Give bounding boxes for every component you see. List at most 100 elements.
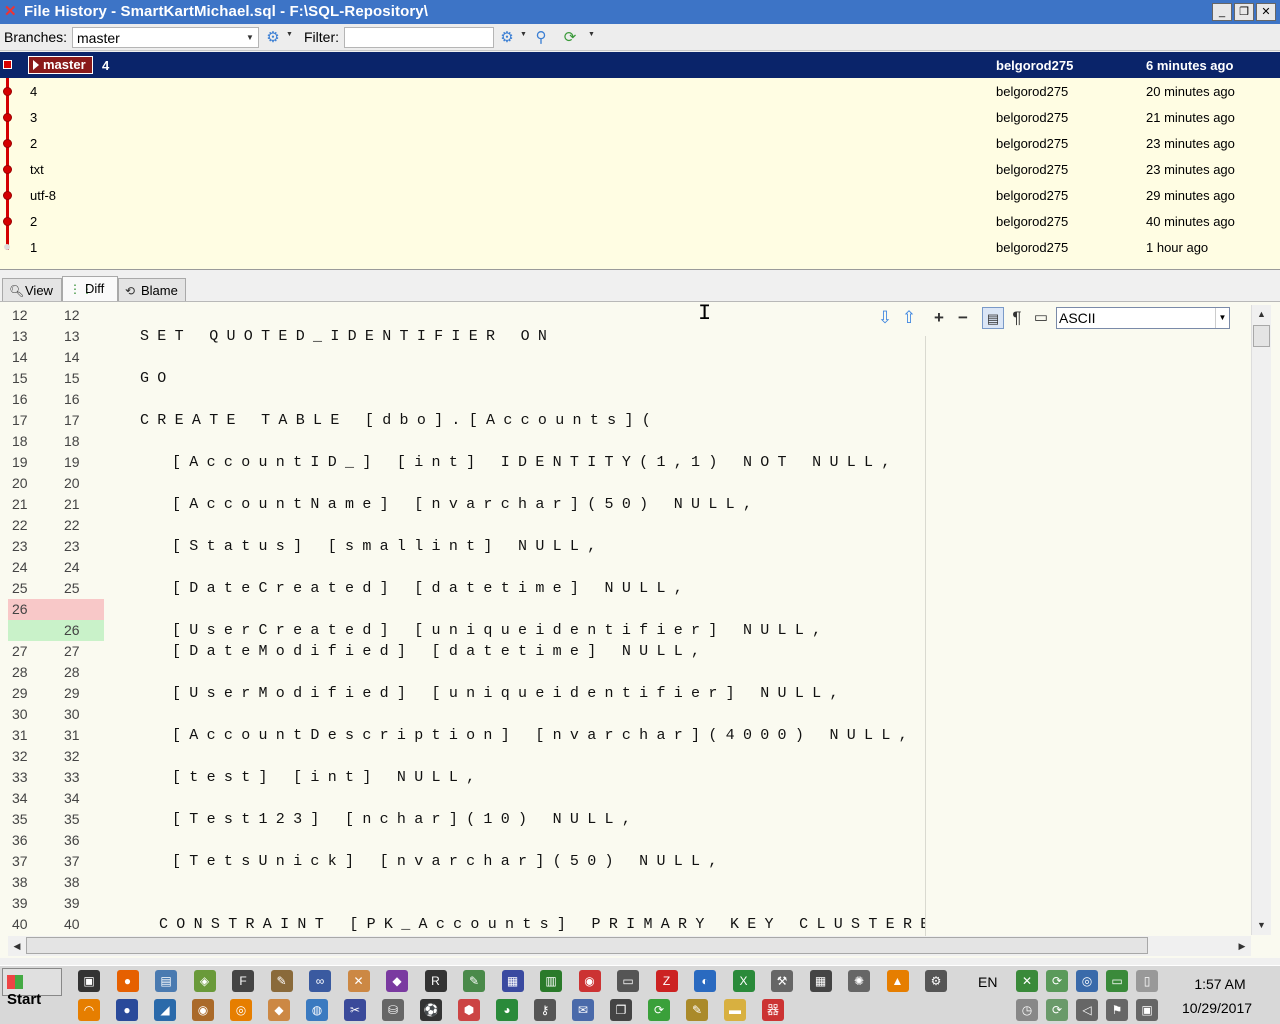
- globe-icon[interactable]: ●: [116, 999, 138, 1021]
- language-indicator[interactable]: EN: [978, 974, 997, 990]
- kdiff-icon[interactable]: ✕: [1016, 970, 1038, 992]
- commit-row[interactable]: 2 belgorod275 40 minutes ago: [0, 208, 1280, 234]
- sync-icon[interactable]: ⟳: [648, 999, 670, 1021]
- vertical-scrollbar[interactable]: ▲ ▼: [1251, 305, 1271, 935]
- scroll-thumb[interactable]: [26, 937, 1148, 954]
- file-manager-icon[interactable]: ▤: [155, 970, 177, 992]
- filter-input[interactable]: [344, 27, 494, 48]
- disc-icon[interactable]: ◍: [306, 999, 328, 1021]
- previous-change-arrow-up-icon[interactable]: ⇧: [898, 307, 920, 329]
- horizontal-scrollbar[interactable]: ◀ ▶: [8, 936, 1251, 956]
- scroll-left-arrow-icon[interactable]: ◀: [8, 936, 26, 956]
- monitor-icon[interactable]: ▭: [1106, 970, 1128, 992]
- earth-icon[interactable]: ◕: [496, 999, 518, 1021]
- right-line-number: 16: [64, 391, 80, 407]
- commit-row[interactable]: 4 belgorod275 20 minutes ago: [0, 78, 1280, 104]
- decrease-context-minus-icon[interactable]: −: [952, 307, 974, 329]
- save-icon[interactable]: ▦: [501, 970, 524, 992]
- commit-row[interactable]: utf-8 belgorod275 29 minutes ago: [0, 182, 1280, 208]
- scissors-icon[interactable]: ✂: [344, 999, 366, 1021]
- refresh-icon[interactable]: ⟳: [560, 28, 580, 47]
- spreadsheet-icon[interactable]: ▥: [540, 970, 562, 992]
- chart-icon[interactable]: ◢: [154, 999, 176, 1021]
- pen-icon[interactable]: ✎: [686, 999, 708, 1021]
- tab-diff[interactable]: ⋮⋮Diff: [62, 276, 118, 301]
- app4-icon[interactable]: 器: [762, 999, 784, 1021]
- settings-gear-icon[interactable]: ⚙: [263, 28, 283, 47]
- app-icon[interactable]: R: [424, 970, 447, 992]
- code-area[interactable]: SET QUOTED_IDENTIFIER ON GO CREATE TABLE […: [104, 305, 926, 935]
- key-icon[interactable]: ⚷: [534, 999, 556, 1021]
- commit-row[interactable]: 2 belgorod275 23 minutes ago: [0, 130, 1280, 156]
- commit-row[interactable]: 1 belgorod275 1 hour ago: [0, 234, 1280, 260]
- excel-icon[interactable]: X: [732, 970, 755, 992]
- infinity-icon[interactable]: ∞: [309, 970, 331, 992]
- show-nonprinting-pilcrow-icon[interactable]: ¶: [1006, 307, 1028, 329]
- firebird-icon[interactable]: F: [232, 970, 254, 992]
- mouse-icon[interactable]: ▯: [1136, 970, 1158, 992]
- commit-row-head[interactable]: master 4 belgorod275 6 minutes ago: [0, 52, 1280, 78]
- ignore-whitespace-icon[interactable]: ▤: [982, 307, 1004, 329]
- blender-icon[interactable]: ◎: [230, 999, 252, 1021]
- filter-options-gear-icon[interactable]: ⚙: [497, 28, 517, 47]
- network-tray-icon[interactable]: ◎: [1076, 970, 1098, 992]
- sync-tray-icon[interactable]: ⟳: [1046, 970, 1068, 992]
- tab-blame[interactable]: ⟲ Blame: [118, 278, 186, 301]
- clock-date[interactable]: 10/29/2017: [1162, 1000, 1272, 1016]
- scroll-up-arrow-icon[interactable]: ▲: [1252, 305, 1271, 323]
- firefox-icon[interactable]: ●: [116, 970, 139, 992]
- tool-icon[interactable]: ✎: [270, 970, 293, 992]
- network-icon[interactable]: ✺: [848, 970, 870, 992]
- notepad-icon[interactable]: ✎: [463, 970, 485, 992]
- chat-icon[interactable]: ✉: [572, 999, 594, 1021]
- tool2-icon[interactable]: ⚒: [771, 970, 793, 992]
- commit-row[interactable]: txt belgorod275 23 minutes ago: [0, 156, 1280, 182]
- vlc-icon[interactable]: ▲: [886, 970, 909, 992]
- entire-file-icon[interactable]: ▭: [1030, 307, 1052, 329]
- computer-tray-icon[interactable]: ▣: [1136, 999, 1158, 1021]
- scroll-down-arrow-icon[interactable]: ▼: [1252, 916, 1271, 934]
- chevron-down-icon[interactable]: ▼: [286, 31, 293, 38]
- next-change-arrow-down-icon[interactable]: ⇩: [874, 307, 896, 329]
- window-icon[interactable]: ▭: [617, 970, 639, 992]
- clock-time[interactable]: 1:57 AM: [1170, 976, 1270, 992]
- scroll-right-arrow-icon[interactable]: ▶: [1233, 936, 1251, 956]
- browser-icon[interactable]: ◐: [694, 970, 716, 992]
- minimize-button[interactable]: _: [1212, 3, 1232, 21]
- chrome-icon[interactable]: ◉: [578, 970, 601, 992]
- calendar-icon[interactable]: ▦: [809, 970, 832, 992]
- git-icon[interactable]: ✕: [347, 970, 370, 992]
- settings-icon[interactable]: ⚙: [925, 970, 947, 992]
- increase-context-plus-icon[interactable]: +: [928, 307, 950, 329]
- visual-studio-icon[interactable]: ◆: [386, 970, 408, 992]
- folder-icon[interactable]: ▬: [724, 999, 746, 1021]
- chevron-down-icon[interactable]: ▼: [520, 31, 527, 38]
- flag-tray-icon[interactable]: ⚑: [1106, 999, 1128, 1021]
- update-tray-icon[interactable]: ⟳: [1046, 999, 1068, 1021]
- copy-icon[interactable]: ❐: [610, 999, 632, 1021]
- clock-tray-icon[interactable]: ◷: [1016, 999, 1038, 1021]
- app2-icon[interactable]: ◉: [192, 999, 214, 1021]
- soccer-icon[interactable]: ⚽: [420, 999, 442, 1021]
- branches-combo[interactable]: master ▼: [72, 27, 259, 48]
- volume-icon[interactable]: ◁: [1076, 999, 1098, 1021]
- shield-icon[interactable]: ⬢: [458, 999, 480, 1021]
- scroll-thumb[interactable]: [1253, 325, 1270, 347]
- app3-icon[interactable]: ⛁: [382, 999, 404, 1021]
- close-button[interactable]: ✕: [1256, 3, 1276, 21]
- chevron-down-icon[interactable]: ▼: [588, 31, 595, 38]
- kite-icon[interactable]: ◆: [268, 999, 290, 1021]
- terminal-icon[interactable]: ▣: [78, 970, 100, 992]
- encoding-select[interactable]: ASCII ▼: [1056, 307, 1230, 329]
- commit-row[interactable]: 3 belgorod275 21 minutes ago: [0, 104, 1280, 130]
- pin-icon[interactable]: ⚲: [531, 28, 551, 47]
- maximize-button[interactable]: ❐: [1234, 3, 1254, 21]
- line-number-pair: 37 37: [8, 851, 104, 872]
- headphones-icon[interactable]: ◠: [78, 999, 100, 1021]
- branch-tag[interactable]: master: [28, 56, 93, 74]
- tab-view[interactable]: 🔍︎View: [2, 278, 62, 301]
- diff-viewer[interactable]: 12 12 13 13 14 14 15 15 16 16 17 17 18 18 19 19 20 20 21 21…: [0, 301, 1280, 958]
- filezilla-icon[interactable]: Z: [655, 970, 678, 992]
- start-button[interactable]: Start: [2, 968, 62, 1008]
- file-history-icon[interactable]: ◈: [193, 970, 216, 992]
